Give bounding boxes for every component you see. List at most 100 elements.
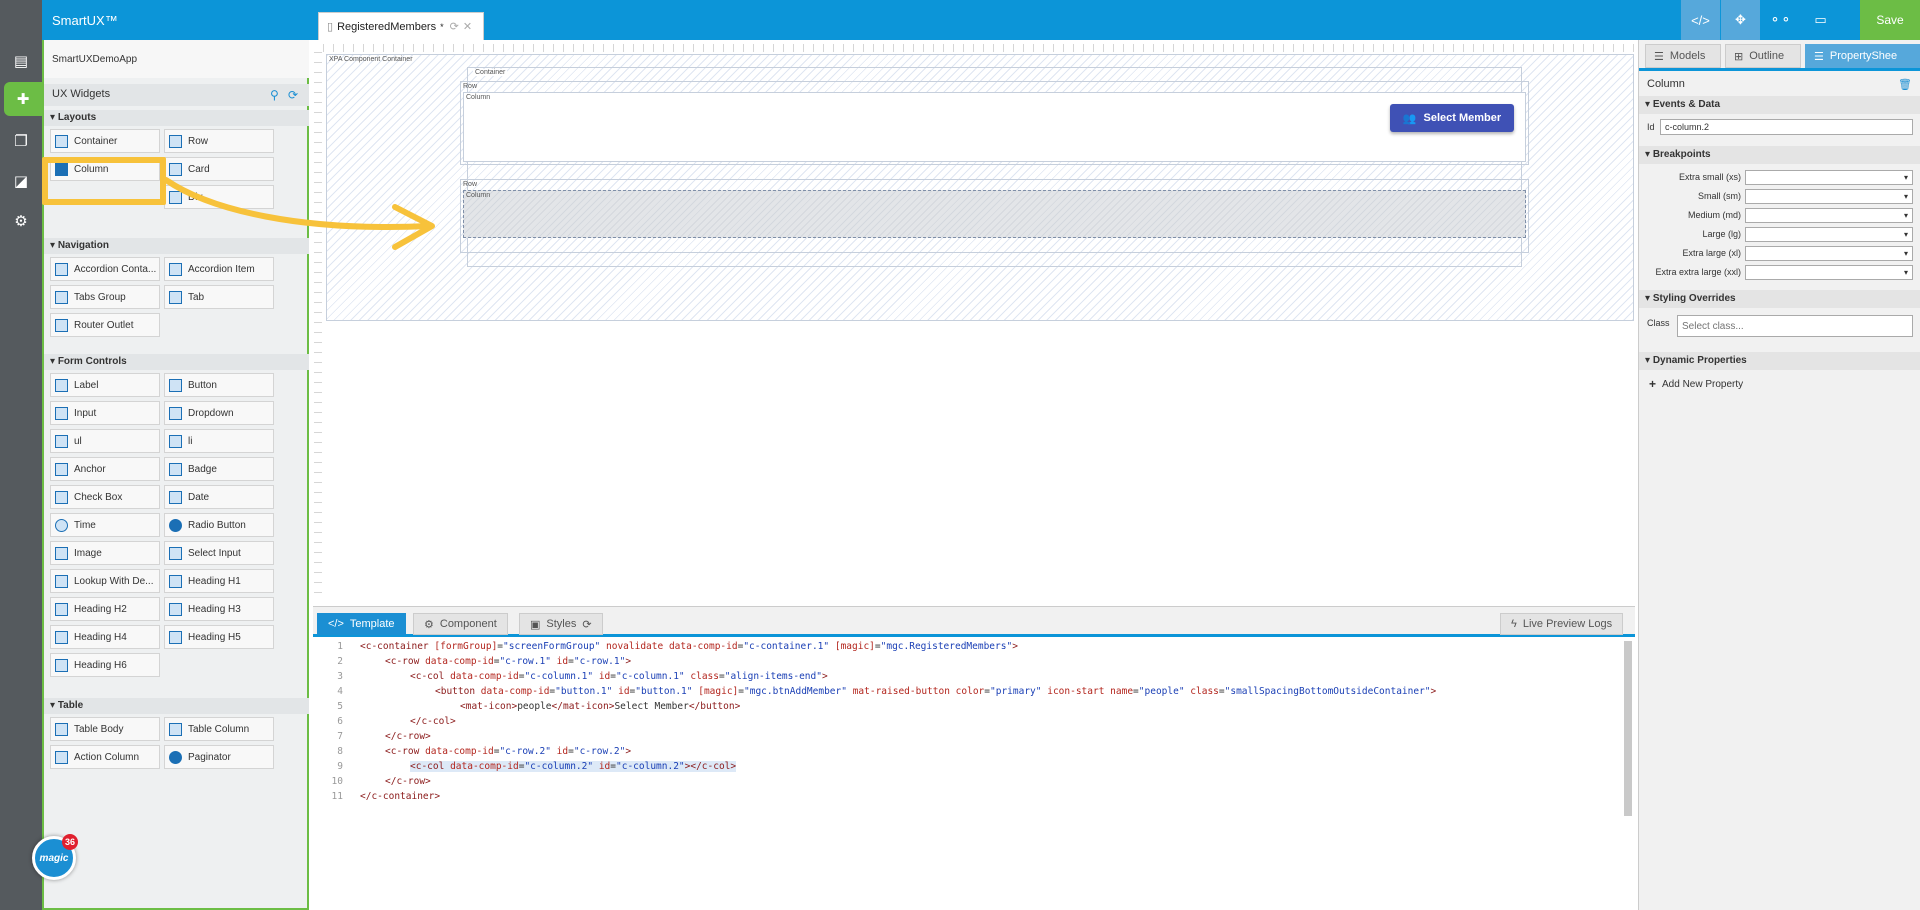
widget-action-column[interactable]: Action Column xyxy=(50,745,160,769)
editor-scrollbar[interactable] xyxy=(1624,641,1632,816)
code-icon[interactable]: </> xyxy=(1680,0,1720,40)
widget-table-body[interactable]: Table Body xyxy=(50,717,160,741)
section-table[interactable]: ▾ Table xyxy=(44,698,309,714)
tab-models[interactable]: ☰ Models xyxy=(1645,44,1721,68)
tab-property-sheet[interactable]: ☰ PropertyShee xyxy=(1805,44,1920,68)
section-navigation[interactable]: ▾ Navigation xyxy=(44,238,309,254)
widget-input[interactable]: Input xyxy=(50,401,160,425)
widget-select-input[interactable]: Select Input xyxy=(164,541,274,565)
section-styling-overrides[interactable]: ▾ Styling Overrides xyxy=(1639,290,1920,308)
document-tab[interactable]: ▯ RegisteredMembers * ⟳ ✕ xyxy=(318,12,484,40)
trash-icon[interactable]: 🗑 xyxy=(1898,78,1912,91)
pages-icon[interactable]: ❐ xyxy=(0,124,42,158)
widget-button[interactable]: Button xyxy=(164,373,274,397)
breakpoint-select-xxl[interactable]: ▾ xyxy=(1745,265,1913,280)
search-icon[interactable]: ⚲ xyxy=(270,88,279,102)
widget-image[interactable]: Image xyxy=(50,541,160,565)
section-label: Styling Overrides xyxy=(1652,293,1736,304)
line-number: 10 xyxy=(331,776,343,787)
brand-title: SmartUX™ xyxy=(52,13,118,28)
anchor-icon xyxy=(55,462,68,476)
document-tab-title: RegisteredMembers xyxy=(337,20,437,33)
xpa-component-container[interactable]: XPA Component Container Container Row Co… xyxy=(326,54,1634,321)
widget-anchor[interactable]: Anchor xyxy=(50,457,160,481)
widget-heading-h5[interactable]: Heading H5 xyxy=(164,625,274,649)
breakpoint-select-xs[interactable]: ▾ xyxy=(1745,170,1913,185)
widget-div[interactable]: Div xyxy=(164,185,274,209)
widget-label: Heading H2 xyxy=(74,603,127,615)
refresh-icon[interactable]: ⟳ xyxy=(288,88,298,102)
breakpoint-select-xl[interactable]: ▾ xyxy=(1745,246,1913,261)
code-area[interactable]: 1 <c-container [formGroup]="screenFormGro… xyxy=(313,640,1623,910)
tab-component[interactable]: ⚙ Component xyxy=(413,613,508,635)
property-panel: ☰ Models ⊞ Outline ☰ PropertyShee Column 🗑 … xyxy=(1638,40,1920,910)
code-line: 6 </c-col> xyxy=(313,716,1623,731)
widget-li[interactable]: li xyxy=(164,429,274,453)
breakpoint-select-md[interactable]: ▾ xyxy=(1745,208,1913,223)
widget-label: Button xyxy=(188,379,217,391)
add-new-property-link[interactable]: + Add New Property xyxy=(1649,377,1743,391)
select-member-button[interactable]: 👥 Select Member xyxy=(1390,104,1514,132)
widget-heading-h3[interactable]: Heading H3 xyxy=(164,597,274,621)
live-preview-logs-button[interactable]: ϟ Live Preview Logs xyxy=(1500,613,1624,635)
table-column-icon xyxy=(169,722,182,736)
breakpoint-select-sm[interactable]: ▾ xyxy=(1745,189,1913,204)
widget-heading-h2[interactable]: Heading H2 xyxy=(50,597,160,621)
share-icon[interactable]: ⚬⚬ xyxy=(1760,0,1800,40)
widget-heading-h4[interactable]: Heading H4 xyxy=(50,625,160,649)
widget-check-box[interactable]: Check Box xyxy=(50,485,160,509)
section-events-data[interactable]: ▾ Events & Data xyxy=(1639,96,1920,114)
monitor-icon[interactable]: ▭ xyxy=(1800,0,1840,40)
design-canvas[interactable]: XPA Component Container Container Row Co… xyxy=(313,40,1635,603)
column-2-selected[interactable]: Column xyxy=(463,190,1526,238)
widget-card[interactable]: Card xyxy=(164,157,274,181)
expand-icon[interactable]: ✥ xyxy=(1720,0,1760,40)
widget-dropdown[interactable]: Dropdown xyxy=(164,401,274,425)
widget-row[interactable]: Row xyxy=(164,129,274,153)
save-button[interactable]: Save xyxy=(1860,0,1920,40)
lookup-icon xyxy=(55,574,68,588)
section-layouts[interactable]: ▾ Layouts xyxy=(44,110,309,126)
tab-outline[interactable]: ⊞ Outline xyxy=(1725,44,1801,68)
widget-date[interactable]: Date xyxy=(164,485,274,509)
row-2[interactable]: Row Column xyxy=(460,179,1529,253)
widget-tab[interactable]: Tab xyxy=(164,285,274,309)
section-form-controls[interactable]: ▾ Form Controls xyxy=(44,354,309,370)
document-icon[interactable]: ▤ xyxy=(0,44,42,78)
close-icon[interactable]: ✕ xyxy=(463,20,472,33)
widget-lookup[interactable]: Lookup With De... xyxy=(50,569,160,593)
widget-accordion-container[interactable]: Accordion Conta... xyxy=(50,257,160,281)
chart-icon[interactable]: ◪ xyxy=(0,164,42,198)
tab-styles[interactable]: ▣ Styles ⟳ xyxy=(519,613,603,635)
widget-table-column[interactable]: Table Column xyxy=(164,717,274,741)
column-1[interactable]: Column 👥 Select Member xyxy=(463,92,1526,162)
puzzle-icon[interactable]: ✚ xyxy=(4,82,42,116)
widget-radio-button[interactable]: Radio Button xyxy=(164,513,274,537)
widget-time[interactable]: Time xyxy=(50,513,160,537)
gear-icon[interactable]: ⚙ xyxy=(0,204,42,238)
widget-heading-h6[interactable]: Heading H6 xyxy=(50,653,160,677)
section-breakpoints[interactable]: ▾ Breakpoints xyxy=(1639,146,1920,164)
class-select-input[interactable] xyxy=(1677,315,1913,337)
widget-badge[interactable]: Badge xyxy=(164,457,274,481)
class-label: Class xyxy=(1647,318,1670,328)
widget-accordion-item[interactable]: Accordion Item xyxy=(164,257,274,281)
tab-template[interactable]: </> Template xyxy=(317,613,406,635)
widget-label-item[interactable]: Label xyxy=(50,373,160,397)
widget-ul[interactable]: ul xyxy=(50,429,160,453)
widget-heading-h1[interactable]: Heading H1 xyxy=(164,569,274,593)
top-ruler xyxy=(323,44,1635,52)
accordion-item-icon xyxy=(169,262,182,276)
row-1[interactable]: Row Column 👥 Select Member xyxy=(460,81,1529,165)
breakpoint-select-lg[interactable]: ▾ xyxy=(1745,227,1913,242)
code-line-highlighted: 9 <c-col data-comp-id="c-column.2" id="c-… xyxy=(313,761,1623,776)
widget-paginator[interactable]: Paginator xyxy=(164,745,274,769)
widget-container[interactable]: Container xyxy=(50,129,160,153)
widget-router-outlet[interactable]: Router Outlet xyxy=(50,313,160,337)
section-dynamic-properties[interactable]: ▾ Dynamic Properties xyxy=(1639,352,1920,370)
tab-label: Models xyxy=(1669,50,1706,62)
widget-label: Div xyxy=(188,191,203,203)
refresh-icon[interactable]: ⟳ xyxy=(450,20,459,33)
widget-tabs-group[interactable]: Tabs Group xyxy=(50,285,160,309)
id-field[interactable]: c-column.2 xyxy=(1660,119,1913,135)
